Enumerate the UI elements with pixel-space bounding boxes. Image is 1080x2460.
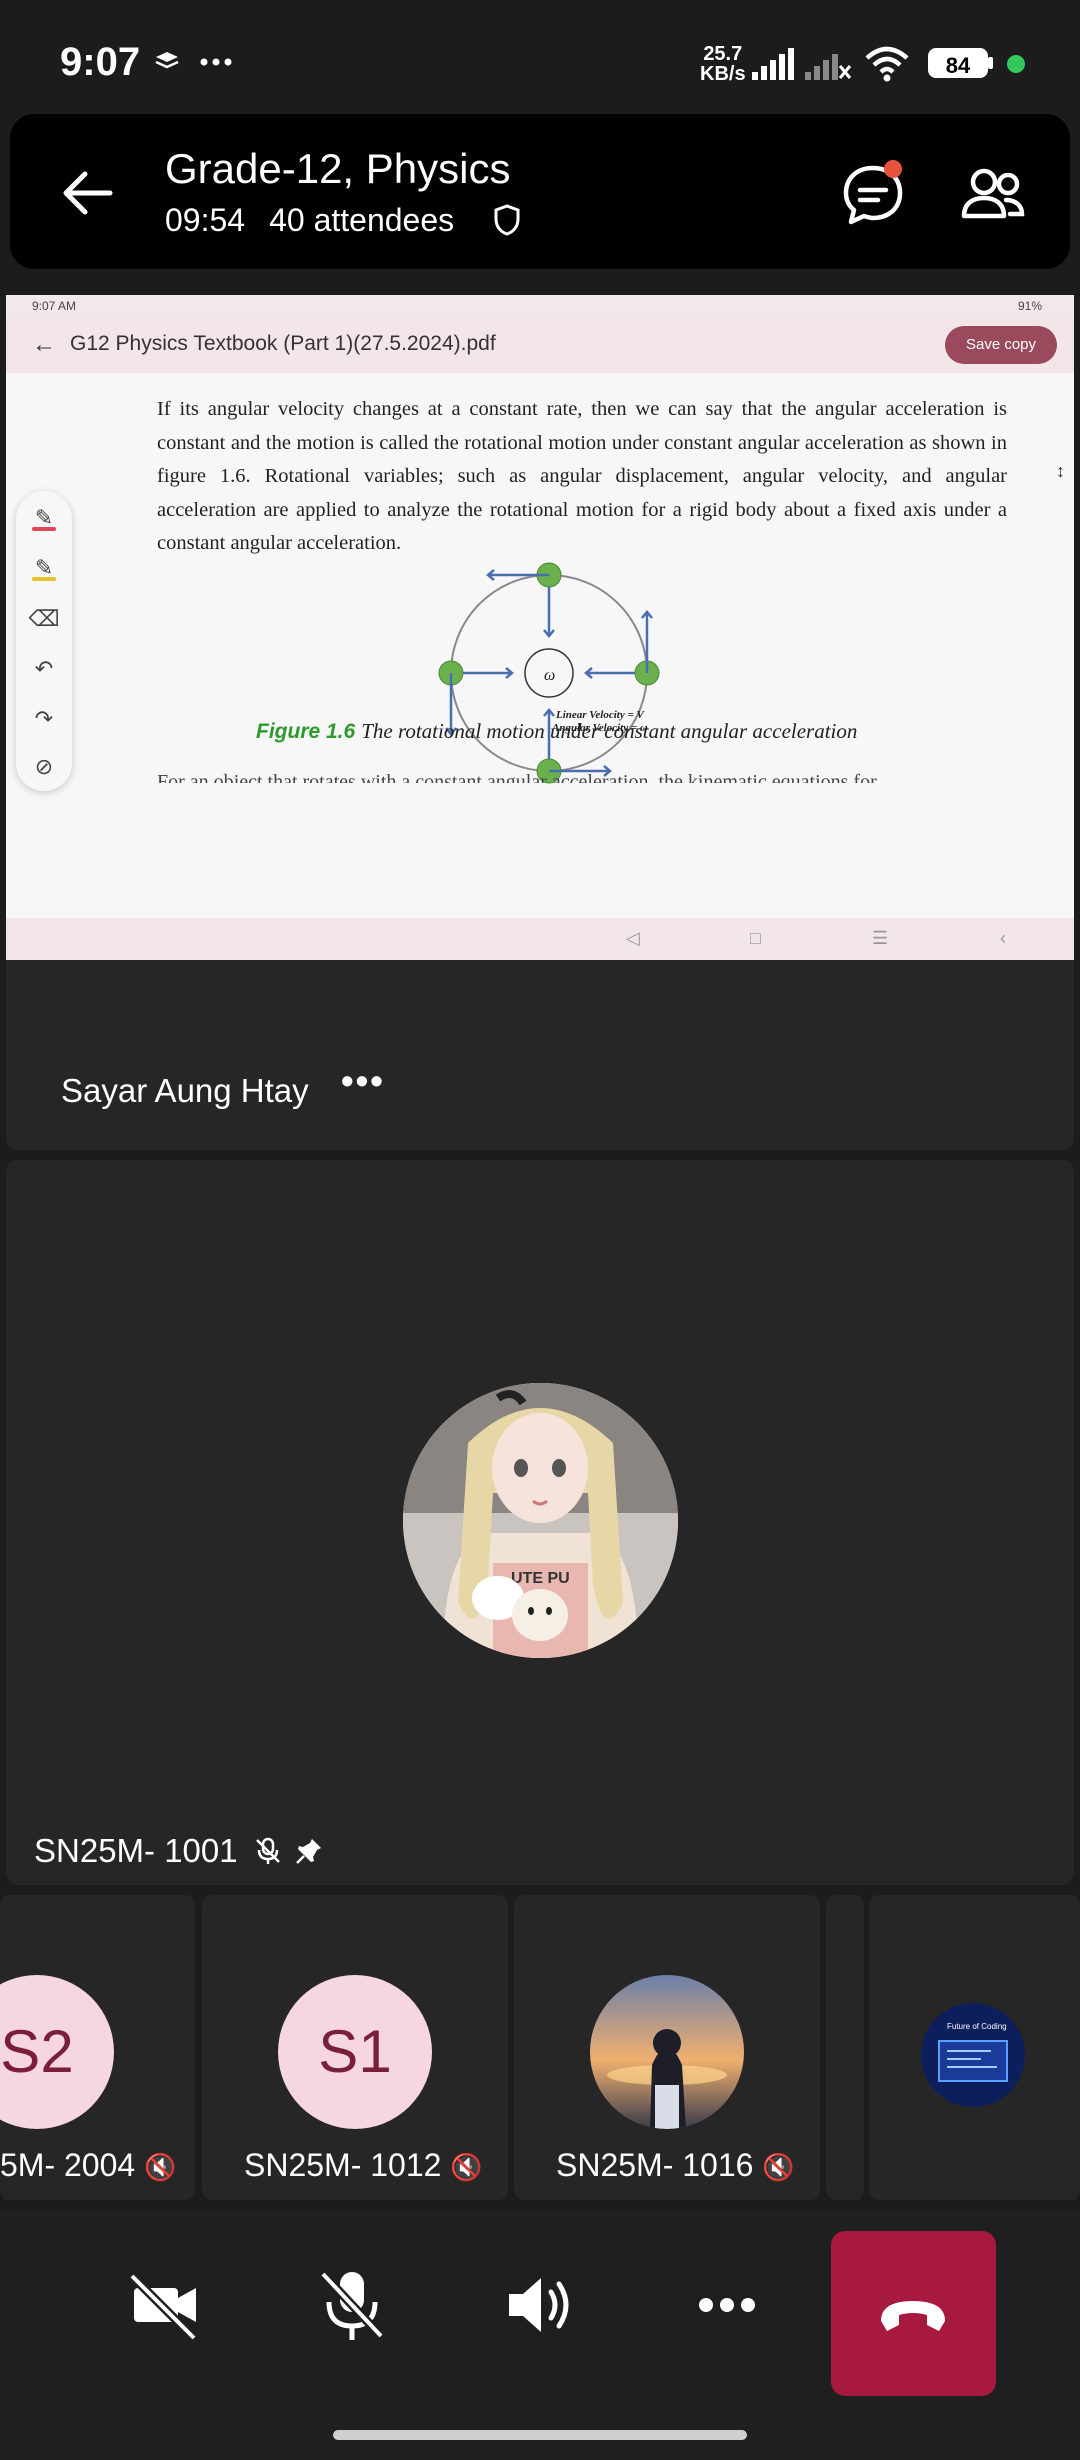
main-participant-name: SN25M- 1001	[34, 1832, 238, 1869]
pdf-back-icon[interactable]: ←	[32, 331, 56, 359]
network-speed: 25.7 KB/s	[700, 44, 746, 84]
redo-icon[interactable]: ↷	[16, 706, 72, 732]
participant-thumb-1[interactable]: S2 5M- 2004 🔇	[0, 1895, 195, 2200]
pdf-paragraph: If its angular velocity changes at a con…	[157, 398, 1007, 555]
pen-icon[interactable]: ✎	[16, 505, 72, 531]
privacy-dot	[1007, 55, 1025, 73]
meeting-subtitle: 09:54 40 attendees	[165, 202, 454, 239]
home-indicator	[333, 2430, 747, 2440]
battery-tip	[988, 57, 993, 69]
participant-thumb-4[interactable]: Future of Coding	[869, 1895, 1080, 2200]
back-arrow-icon[interactable]	[55, 158, 125, 228]
participant-thumb-name: SN25M- 1012	[244, 2147, 442, 2183]
status-time: 9:07	[60, 40, 141, 84]
chat-notification-badge	[884, 160, 902, 178]
avatar: Future of Coding	[921, 2003, 1025, 2107]
speaker-icon[interactable]	[495, 2260, 585, 2350]
avatar	[590, 1975, 744, 2129]
hang-up-icon	[881, 2301, 945, 2331]
svg-text:UTE PU: UTE PU	[511, 1570, 570, 1587]
status-left-icons	[155, 44, 233, 78]
pdf-page: If its angular velocity changes at a con…	[6, 373, 1074, 918]
shared-status-battery: 91%	[1018, 299, 1043, 313]
participant-thumb-label: SN25M- 1012 🔇	[244, 2147, 483, 2184]
shared-nav-bar: ◁ □ ☰ ‹	[6, 918, 1074, 960]
shared-screen[interactable]: 9:07 AM 91% ← G12 Physics Textbook (Part…	[6, 295, 1074, 960]
participant-thumb-name: SN25M- 1016	[556, 2147, 754, 2183]
pdf-next-line: For an object that rotates with a consta…	[157, 771, 877, 783]
main-participant-tile[interactable]: UTE PU SN25M- 1001	[6, 1160, 1074, 1885]
shared-status-time: 9:07 AM	[32, 299, 77, 313]
signal-icon	[752, 48, 794, 80]
participants-icon[interactable]	[958, 160, 1028, 230]
wifi-icon	[865, 46, 909, 82]
meeting-duration: 09:54	[165, 202, 246, 238]
signal-no-service-icon	[805, 54, 851, 80]
layers-icon	[155, 52, 179, 69]
more-icon[interactable]	[682, 2260, 772, 2350]
presenter-more-button[interactable]: •••	[341, 1060, 385, 1102]
shared-nav-back-icon: ◁	[626, 928, 640, 948]
battery-indicator: 84	[928, 48, 988, 78]
shared-nav-collapse-icon: ‹	[1000, 928, 1006, 948]
meeting-title: Grade-12, Physics	[165, 145, 511, 192]
annotation-toolbar: ✎ ✎ ⌫ ↶ ↷ ⊘	[16, 491, 72, 791]
mic-off-icon[interactable]	[307, 2260, 397, 2350]
diagram-omega: ω	[544, 667, 555, 684]
pdf-toolbar: ← G12 Physics Textbook (Part 1)(27.5.202…	[6, 317, 1074, 373]
figure-label: Figure 1.6	[256, 720, 356, 743]
highlighter-icon[interactable]: ✎	[16, 555, 72, 581]
pdf-title: G12 Physics Textbook (Part 1)(27.5.2024)…	[70, 332, 496, 355]
shield-icon	[494, 204, 520, 236]
hide-icon[interactable]: ⊘	[16, 754, 72, 780]
presenter-name: Sayar Aung Htay	[61, 1072, 309, 1109]
attendee-count[interactable]: 40 attendees	[269, 202, 454, 238]
network-speed-value: 25.7	[703, 43, 743, 65]
participant-thumb-3[interactable]: SN25M- 1016 🔇	[514, 1895, 820, 2200]
eraser-icon[interactable]: ⌫	[16, 606, 72, 632]
mic-off-icon: 🔇	[144, 2152, 177, 2182]
svg-text:Future of Coding: Future of Coding	[947, 2022, 1007, 2031]
participant-thumb-name: 5M- 2004	[0, 2147, 136, 2183]
pin-icon	[296, 1839, 321, 1864]
doll-avatar-image: UTE PU	[403, 1383, 678, 1658]
avatar: UTE PU	[403, 1383, 678, 1658]
save-copy-button[interactable]: Save copy	[945, 326, 1057, 364]
shared-nav-home-icon: □	[750, 928, 761, 948]
camera-off-icon[interactable]	[120, 2260, 210, 2350]
presenter-bar: Sayar Aung Htay •••	[6, 960, 1074, 1150]
shared-nav-recent-icon: ☰	[872, 928, 889, 948]
mic-off-icon: 🔇	[450, 2152, 483, 2182]
avatar: S1	[278, 1975, 432, 2129]
scroll-handle-icon[interactable]: ↕	[1056, 461, 1065, 482]
mic-off-icon: 🔇	[762, 2152, 795, 2182]
coding-avatar-image: Future of Coding	[921, 2003, 1025, 2107]
rotation-diagram: ω Linear Velocity = V Angular Velocity =…	[438, 562, 660, 784]
main-participant-label: SN25M- 1001	[34, 1832, 324, 1870]
undo-icon[interactable]: ↶	[16, 656, 72, 682]
participant-thumb-label: 5M- 2004 🔇	[0, 2147, 176, 2184]
more-dots-icon	[200, 58, 232, 66]
figure-caption: Figure 1.6 The rotational motion under co…	[256, 719, 857, 744]
network-speed-unit: KB/s	[700, 63, 746, 85]
status-bar: 9:07 25.7 KB/s 84	[0, 0, 1080, 110]
participant-thumb-label: SN25M- 1016 🔇	[556, 2147, 795, 2184]
participant-thumb-spacer	[826, 1895, 864, 2200]
avatar: S2	[0, 1975, 114, 2129]
mic-off-icon	[255, 1837, 280, 1864]
sunset-avatar-image	[590, 1975, 744, 2129]
figure-caption-text: The rotational motion under constant ang…	[361, 719, 858, 743]
participant-thumb-2[interactable]: S1 SN25M- 1012 🔇	[202, 1895, 508, 2200]
shared-status-bar: 9:07 AM 91%	[6, 295, 1074, 317]
hang-up-button[interactable]	[831, 2231, 996, 2396]
